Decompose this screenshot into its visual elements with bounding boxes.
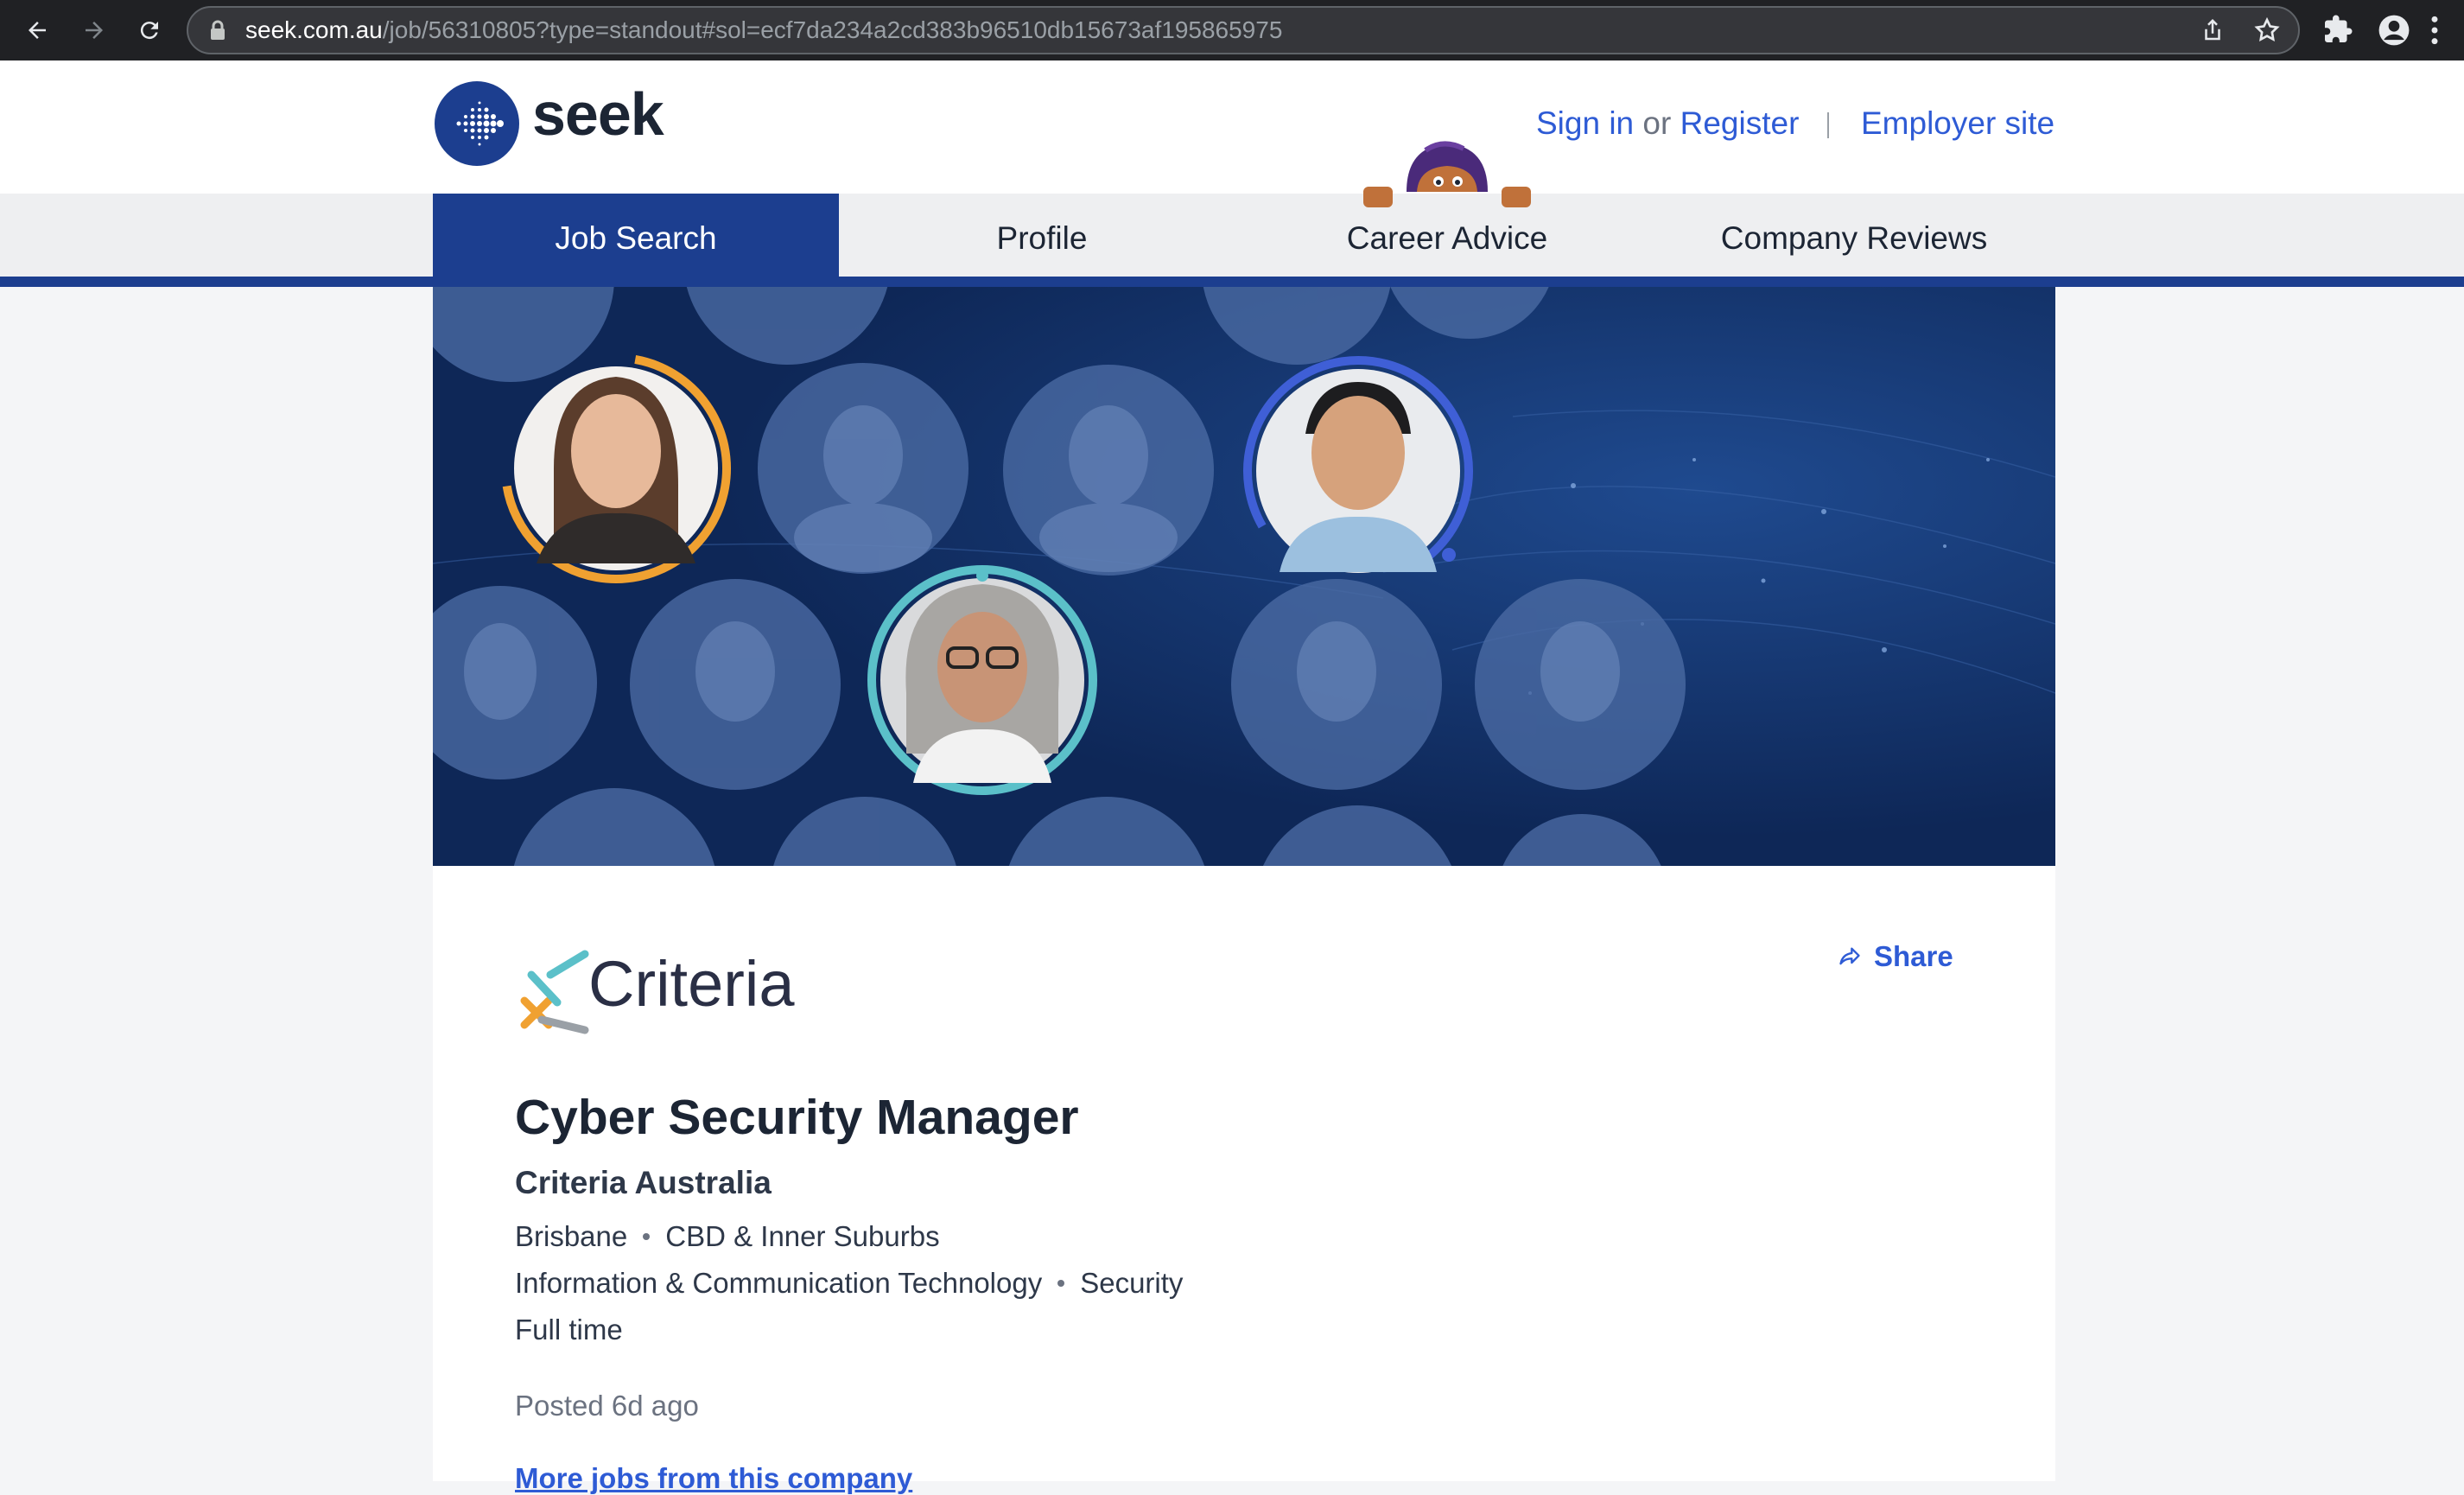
posted-date: Posted 6d ago: [515, 1390, 699, 1422]
company-banner-image: [433, 287, 2055, 866]
address-bar[interactable]: seek.com.au/job/56310805?type=standout#s…: [187, 6, 2300, 54]
browser-toolbar: seek.com.au/job/56310805?type=standout#s…: [0, 0, 2464, 60]
location-line: Brisbane CBD & Inner Suburbs: [515, 1220, 940, 1253]
seek-logo-icon[interactable]: [435, 81, 519, 166]
bullet-separator: [1057, 1280, 1065, 1287]
tab-profile[interactable]: Profile: [839, 194, 1245, 283]
peeking-character-icon: [1356, 138, 1538, 220]
subclassification[interactable]: Security: [1080, 1267, 1183, 1300]
classification-line: Information & Communication Technology S…: [515, 1267, 1183, 1300]
job-details-card: Criteria Share Cyber Security Manager Cr…: [433, 866, 2055, 1494]
location[interactable]: Brisbane: [515, 1220, 627, 1253]
share-label: Share: [1874, 940, 1953, 972]
sign-in-link[interactable]: Sign in: [1536, 105, 1634, 141]
header-divider: [1827, 112, 1829, 138]
more-jobs-link[interactable]: More jobs from this company: [515, 1462, 912, 1495]
auth-or-text: or: [1642, 105, 1672, 141]
seek-wordmark[interactable]: seek: [532, 80, 664, 149]
profile-icon[interactable]: [2378, 14, 2410, 47]
bullet-separator: [643, 1233, 651, 1240]
auth-links: Sign in or Register: [1536, 105, 1799, 142]
bookmark-star-icon[interactable]: [2253, 16, 2281, 44]
site-header: seek Sign in or Register Employer site: [0, 60, 2464, 194]
employer-site-link[interactable]: Employer site: [1861, 105, 2054, 141]
lock-icon: [209, 20, 226, 45]
criteria-logo[interactable]: Criteria: [516, 948, 827, 1040]
area[interactable]: CBD & Inner Suburbs: [665, 1220, 939, 1253]
tab-company-reviews[interactable]: Company Reviews: [1651, 194, 2057, 283]
back-icon[interactable]: [16, 9, 59, 52]
share-page-icon[interactable]: [2200, 16, 2227, 44]
forward-icon[interactable]: [73, 9, 116, 52]
reload-icon[interactable]: [128, 9, 171, 52]
menu-icon[interactable]: [2429, 14, 2462, 47]
nav-underline: [0, 277, 2464, 287]
tab-job-search[interactable]: Job Search: [433, 194, 839, 283]
share-button[interactable]: Share: [1838, 940, 1953, 973]
url-text: seek.com.au/job/56310805?type=standout#s…: [245, 16, 1283, 43]
job-title: Cyber Security Manager: [515, 1090, 1079, 1145]
company-logo-wordmark: Criteria: [588, 949, 795, 1020]
register-link[interactable]: Register: [1680, 105, 1800, 141]
company-name: Criteria Australia: [515, 1165, 772, 1200]
extensions-icon[interactable]: [2322, 14, 2355, 47]
work-type[interactable]: Full time: [515, 1314, 623, 1346]
work-type-line: Full time: [515, 1314, 623, 1346]
share-icon: [1839, 947, 1860, 965]
classification[interactable]: Information & Communication Technology: [515, 1267, 1042, 1300]
